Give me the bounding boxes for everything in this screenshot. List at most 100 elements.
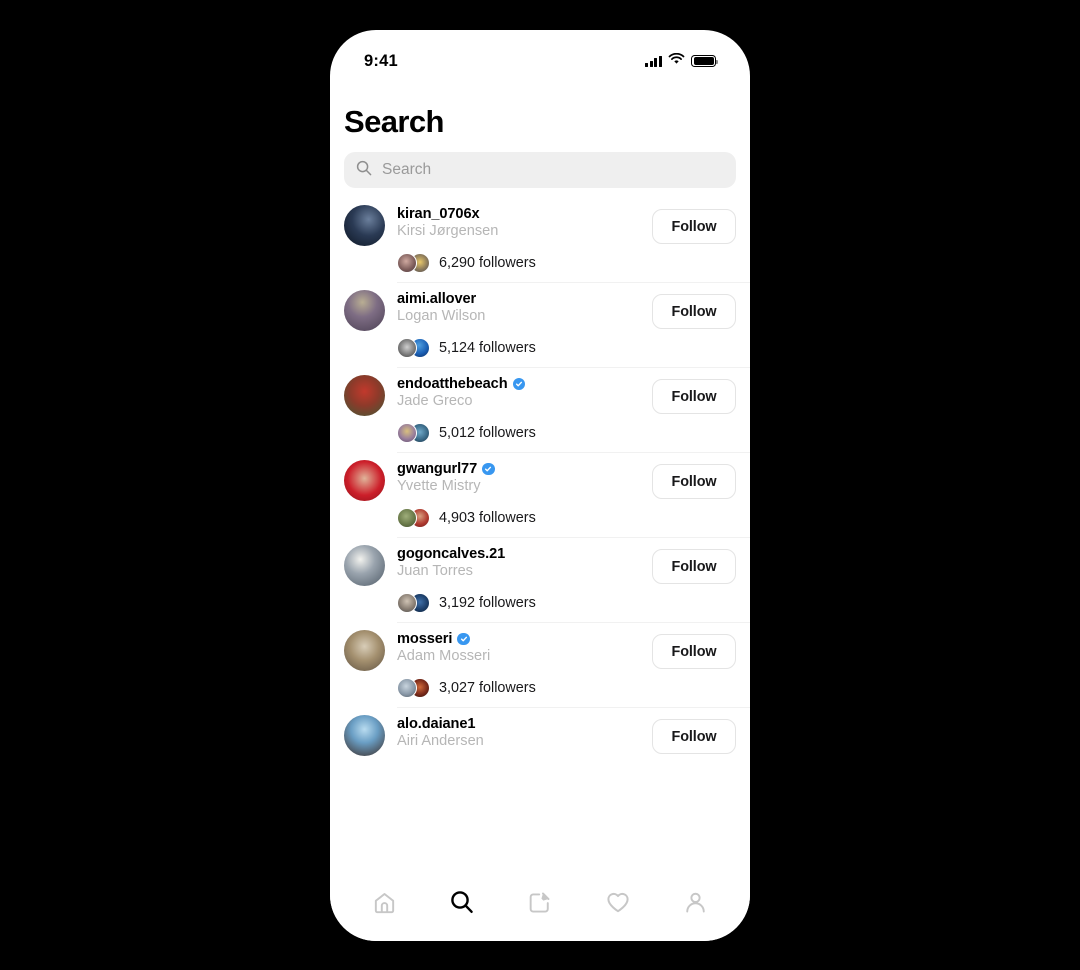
follow-button[interactable]: Follow [652,379,736,414]
username-line: aimi.allover [397,291,644,307]
username[interactable]: gwangurl77 [397,461,477,477]
mutual-followers: 5,012 followers [344,423,750,452]
verified-badge-icon [512,377,526,391]
wifi-icon [668,52,685,70]
followers-count: 3,027 followers [439,680,536,696]
bottom-tab-bar [330,863,750,941]
follow-button[interactable]: Follow [652,634,736,669]
mutual-avatar [397,338,417,358]
full-name: Adam Mosseri [397,648,491,664]
heart-icon [606,892,629,913]
username-line: alo.daiane1 [397,716,644,732]
mutual-avatar [397,593,417,613]
avatar[interactable] [344,630,385,671]
full-name: Yvette Mistry [397,478,481,494]
list-item[interactable]: mosseri Adam Mosseri Follow 3,027 follow… [330,623,750,708]
mutual-followers: 6,290 followers [344,253,750,282]
username-line: gwangurl77 [397,461,644,477]
mutual-followers: 4,903 followers [344,508,750,537]
followers-count: 4,903 followers [439,510,536,526]
search-placeholder: Search [382,161,432,178]
list-item[interactable]: gogoncalves.21 Juan Torres Follow 3,192 … [330,538,750,623]
mutual-followers: 3,192 followers [344,593,750,622]
page-title: Search [344,104,444,139]
username-line: gogoncalves.21 [397,546,644,562]
followers-count: 3,192 followers [439,595,536,611]
followers-count: 5,012 followers [439,425,536,441]
list-item[interactable]: alo.daiane1 Airi Andersen Follow [330,708,750,763]
screenshot-canvas: 9:41 Search Search kiran_0706x Kirsi Jør… [0,0,1080,970]
follow-button[interactable]: Follow [652,464,736,499]
suggested-accounts-list: kiran_0706x Kirsi Jørgensen Follow 6,290… [330,198,750,763]
full-name: Juan Torres [397,563,473,579]
tab-activity[interactable] [595,885,641,919]
cellular-bars-icon [645,55,662,67]
mutual-avatar-stack [397,253,431,273]
tab-search[interactable] [439,885,485,919]
username[interactable]: gogoncalves.21 [397,546,505,562]
account-meta: mosseri Adam Mosseri [397,630,644,665]
account-meta: alo.daiane1 Airi Andersen [397,715,644,750]
phone-screen: 9:41 Search Search kiran_0706x Kirsi Jør… [330,30,750,941]
profile-icon [685,892,705,912]
full-name: Logan Wilson [397,308,486,324]
mutual-avatar-stack [397,508,431,528]
list-item[interactable]: aimi.allover Logan Wilson Follow 5,124 f… [330,283,750,368]
list-item[interactable]: endoatthebeach Jade Greco Follow 5,012 f… [330,368,750,453]
follow-button[interactable]: Follow [652,294,736,329]
username[interactable]: endoatthebeach [397,376,508,392]
mutual-followers: 3,027 followers [344,678,750,707]
follow-button[interactable]: Follow [652,209,736,244]
follow-button[interactable]: Follow [652,549,736,584]
followers-count: 6,290 followers [439,255,536,271]
mutual-avatar [397,678,417,698]
verified-badge-icon [482,462,495,476]
username-line: mosseri [397,631,644,647]
mutual-avatar-stack [397,593,431,613]
status-bar-time: 9:41 [364,51,398,70]
avatar[interactable] [344,715,385,756]
avatar[interactable] [344,375,385,416]
account-meta: kiran_0706x Kirsi Jørgensen [397,205,644,240]
username[interactable]: alo.daiane1 [397,716,475,732]
battery-full-icon [691,54,719,68]
tab-create[interactable] [517,885,563,919]
full-name: Airi Andersen [397,733,484,749]
username[interactable]: kiran_0706x [397,206,480,222]
search-icon [451,891,474,913]
mutual-avatar [397,253,417,273]
mutual-avatar-stack [397,423,431,443]
account-meta: endoatthebeach Jade Greco [397,375,644,410]
account-meta: aimi.allover Logan Wilson [397,290,644,325]
username[interactable]: aimi.allover [397,291,476,307]
full-name: Kirsi Jørgensen [397,223,499,239]
mutual-avatar [397,423,417,443]
list-item[interactable]: kiran_0706x Kirsi Jørgensen Follow 6,290… [330,198,750,283]
verified-badge-icon [457,632,470,646]
follow-button[interactable]: Follow [652,719,736,754]
home-icon [375,892,395,913]
account-meta: gwangurl77 Yvette Mistry [397,460,644,495]
search-input[interactable]: Search [344,152,736,188]
avatar[interactable] [344,205,385,246]
search-bar-container: Search [330,152,750,188]
list-item[interactable]: gwangurl77 Yvette Mistry Follow 4,903 fo… [330,453,750,538]
avatar[interactable] [344,290,385,331]
mutual-avatar [397,508,417,528]
followers-count: 5,124 followers [439,340,536,356]
mutual-avatar-stack [397,678,431,698]
compose-icon [530,892,550,912]
tab-profile[interactable] [672,885,718,919]
avatar[interactable] [344,545,385,586]
username-line: kiran_0706x [397,206,644,222]
status-bar-indicators [645,52,719,70]
mutual-followers: 5,124 followers [344,338,750,367]
mutual-avatar-stack [397,338,431,358]
avatar[interactable] [344,460,385,501]
status-bar: 9:41 [330,30,750,78]
full-name: Jade Greco [397,393,473,409]
tab-home[interactable] [362,885,408,919]
account-meta: gogoncalves.21 Juan Torres [397,545,644,580]
search-icon [356,160,372,181]
username[interactable]: mosseri [397,631,452,647]
